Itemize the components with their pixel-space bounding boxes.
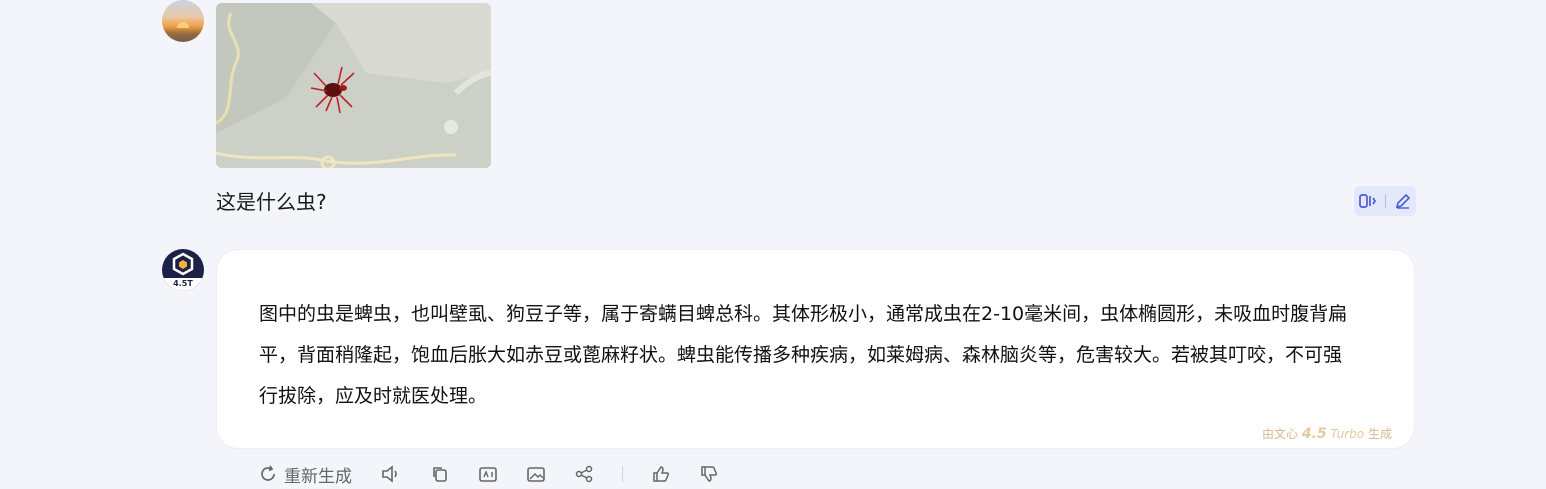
speaker-icon[interactable] bbox=[380, 464, 402, 484]
bot-answer-card: 图中的虫是蜱虫，也叫壁虱、狗豆子等，属于寄螨目蜱总科。其体形极小，通常成虫在2-… bbox=[216, 249, 1415, 449]
generated-by-watermark: 由文心 4.5 Turbo 生成 bbox=[1262, 425, 1392, 442]
regenerate-label: 重新生成 bbox=[284, 466, 352, 487]
refresh-icon bbox=[258, 464, 278, 484]
ai-icon[interactable] bbox=[478, 464, 498, 484]
regenerate-button[interactable]: 重新生成 bbox=[258, 462, 352, 487]
edit-icon[interactable] bbox=[1394, 192, 1412, 210]
answer-toolbar: 重新生成 bbox=[258, 459, 747, 489]
user-avatar bbox=[162, 0, 204, 42]
model-badge: 4.5T bbox=[162, 278, 204, 291]
image-icon[interactable] bbox=[526, 464, 546, 484]
toolbar-divider bbox=[622, 466, 623, 482]
compare-icon[interactable] bbox=[1358, 192, 1378, 210]
action-divider bbox=[1385, 194, 1387, 208]
bot-answer-text: 图中的虫是蜱虫，也叫壁虱、狗豆子等，属于寄螨目蜱总科。其体形极小，通常成虫在2-… bbox=[259, 303, 1348, 407]
bot-avatar: 4.5T bbox=[162, 249, 204, 291]
thumbs-up-icon[interactable] bbox=[651, 464, 671, 484]
uploaded-image[interactable] bbox=[216, 3, 491, 168]
generated-by-suffix: 生成 bbox=[1367, 427, 1392, 441]
thumbs-down-icon[interactable] bbox=[699, 464, 719, 484]
user-message-text: 这是什么虫? bbox=[216, 190, 327, 214]
copy-icon[interactable] bbox=[430, 464, 450, 484]
generated-by-prefix: 由文心 bbox=[1262, 427, 1299, 441]
generated-by-version: 4.5 bbox=[1301, 426, 1327, 442]
user-message-actions bbox=[1354, 186, 1416, 216]
share-icon[interactable] bbox=[574, 464, 594, 484]
generated-by-model: Turbo bbox=[1330, 427, 1365, 441]
